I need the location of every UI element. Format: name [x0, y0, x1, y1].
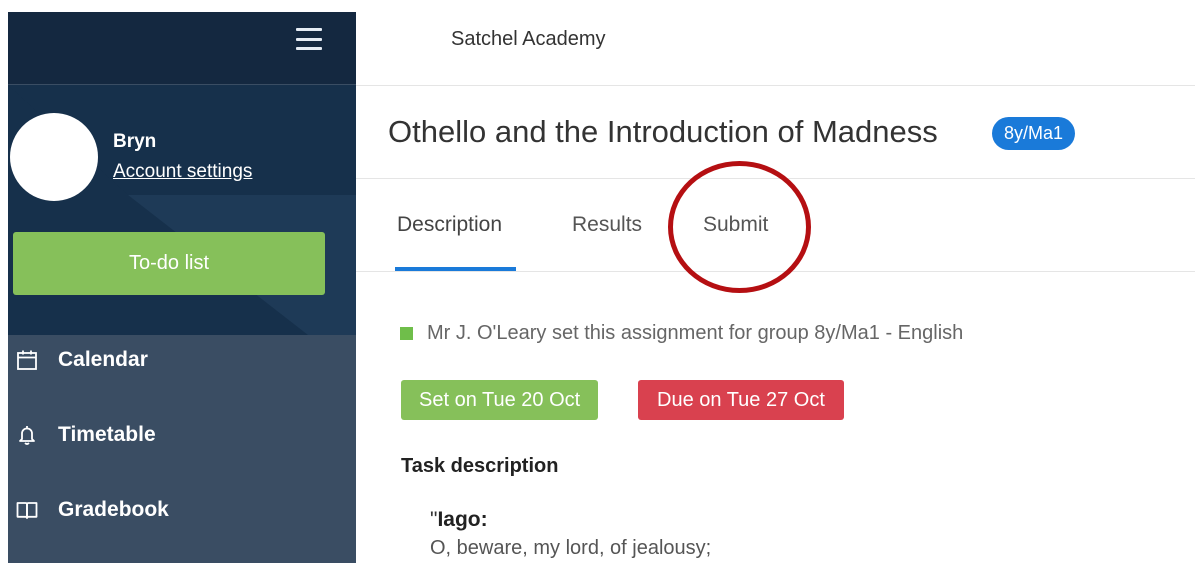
- due-date-badge: Due on Tue 27 Oct: [638, 380, 844, 420]
- school-name[interactable]: Satchel Academy: [451, 28, 606, 51]
- main-content: Satchel Academy Othello and the Introduc…: [356, 0, 1195, 563]
- page-title: Othello and the Introduction of Madness: [388, 114, 938, 149]
- profile-panel: Bryn Account settings To-do list: [8, 85, 356, 335]
- setter-text: Mr J. O'Leary set this assignment for gr…: [427, 322, 964, 344]
- book-icon: [16, 499, 38, 521]
- user-name: Bryn: [113, 131, 157, 152]
- task-description-heading: Task description: [401, 455, 559, 477]
- annotation-circle: [668, 161, 811, 293]
- sidebar-item-timetable[interactable]: Timetable: [8, 413, 356, 457]
- set-date-badge: Set on Tue 20 Oct: [401, 380, 599, 420]
- sidebar-item-label: Gradebook: [58, 498, 169, 521]
- app-window: Bryn Account settings To-do list Calenda…: [0, 0, 1195, 563]
- todo-list-button[interactable]: To-do list: [13, 232, 325, 295]
- account-settings-link[interactable]: Account settings: [113, 161, 252, 183]
- tab-description[interactable]: Description: [397, 213, 502, 237]
- sidebar-item-label: Timetable: [58, 423, 156, 446]
- bell-icon: [16, 424, 38, 446]
- tab-results[interactable]: Results: [572, 213, 642, 237]
- speaker-name: Iago:: [437, 508, 488, 531]
- calendar-icon: [16, 349, 38, 371]
- sidebar-header: [8, 12, 356, 84]
- menu-icon[interactable]: [296, 28, 322, 50]
- quote-speaker: "Iago:: [430, 508, 488, 532]
- sidebar-item-gradebook[interactable]: Gradebook: [8, 488, 356, 532]
- status-square-icon: [400, 327, 413, 340]
- group-badge[interactable]: 8y/Ma1: [992, 117, 1076, 150]
- avatar[interactable]: [10, 113, 98, 201]
- header-divider: [356, 85, 1195, 86]
- assignment-setter: Mr J. O'Leary set this assignment for gr…: [400, 322, 963, 345]
- sidebar-item-label: Calendar: [58, 348, 148, 371]
- quote-line: O, beware, my lord, of jealousy;: [430, 537, 712, 559]
- sidebar-item-calendar[interactable]: Calendar: [8, 338, 356, 382]
- sidebar: Bryn Account settings To-do list Calenda…: [8, 12, 356, 563]
